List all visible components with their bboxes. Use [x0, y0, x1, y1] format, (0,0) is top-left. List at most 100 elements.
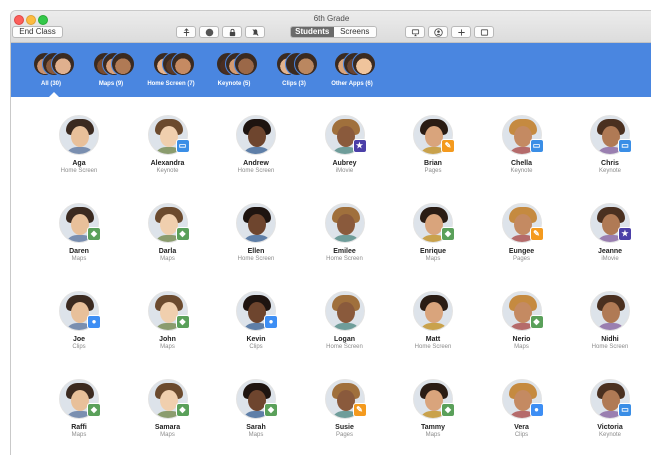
maps-icon: ◆	[87, 403, 101, 417]
maps-icon: ◆	[175, 227, 190, 241]
student-tile[interactable]: Emilee Home Screen	[302, 203, 388, 262]
maps-icon: ◆	[87, 227, 101, 241]
sidebar-icon	[480, 29, 489, 39]
student-current-app: Maps	[71, 432, 87, 438]
avatar	[590, 291, 630, 331]
student-name: Logan	[334, 336, 355, 343]
student-current-app: Clips	[72, 344, 86, 350]
avatar	[413, 291, 453, 331]
student-tile[interactable]: ◆ Raffi Maps	[36, 379, 122, 438]
lock-icon	[228, 28, 237, 39]
student-tile[interactable]: ★ Jeanne iMovie	[567, 203, 651, 262]
student-tile[interactable]: ◆ Samara Maps	[125, 379, 211, 438]
student-current-app: iMovie	[601, 256, 619, 262]
student-tile[interactable]: Logan Home Screen	[302, 291, 388, 350]
student-tile[interactable]: ✎ Eungee Pages	[479, 203, 565, 262]
student-name: Andrew	[243, 160, 269, 167]
student-name: Aubrey	[332, 160, 357, 167]
navigate-icon	[182, 28, 191, 39]
student-name: Nerio	[512, 336, 531, 343]
student-name: Susie	[335, 424, 354, 431]
student-current-app: Clips	[514, 432, 529, 438]
maps-icon: ◆	[264, 403, 278, 417]
selected-group-indicator	[49, 92, 59, 97]
sidebar-toggle-button[interactable]	[474, 26, 494, 38]
student-current-app: Home Screen	[237, 256, 275, 262]
student-tile[interactable]: ● Kevin Clips	[213, 291, 299, 350]
student-tile[interactable]: ◆ John Maps	[125, 291, 211, 350]
student-current-app: Pages	[512, 256, 530, 262]
student-current-app: Keynote	[598, 432, 622, 438]
student-current-app: Keynote	[598, 168, 622, 174]
keynote-icon: ▭	[529, 139, 544, 153]
student-tile[interactable]: ◆ Tammy Maps	[390, 379, 476, 438]
student-name: Tammy	[421, 424, 445, 431]
student-tile[interactable]: ▭ Victoria Keynote	[567, 379, 651, 438]
student-tile[interactable]: ✎ Susie Pages	[302, 379, 388, 438]
navigate-button[interactable]	[176, 26, 196, 38]
avatar	[236, 115, 276, 155]
student-current-app: Home Screen	[326, 256, 363, 262]
student-name: Joe	[72, 336, 86, 343]
safari-compass-icon	[205, 28, 214, 39]
student-current-app: Home Screen	[60, 168, 98, 174]
student-tile[interactable]: ▭ Chris Keynote	[567, 115, 651, 174]
student-tile[interactable]: ✎ Brian Pages	[390, 115, 476, 174]
student-tile[interactable]: ◆ Enrique Maps	[390, 203, 476, 262]
clips-icon: ●	[87, 315, 101, 329]
student-current-app: Keynote	[156, 168, 179, 174]
student-tile[interactable]: ● Vera Clips	[479, 379, 565, 438]
student-current-app: Home Screen	[237, 168, 275, 174]
pages-icon: ✎	[529, 227, 544, 241]
student-tile[interactable]: ◆ Darla Maps	[125, 203, 211, 262]
group-item[interactable]: Other Apps (6)	[312, 52, 392, 87]
tab-screens[interactable]: Screens	[333, 27, 376, 37]
student-current-app: Maps	[514, 344, 529, 350]
student-tile[interactable]: ▭ Alexandra Keynote	[125, 115, 211, 174]
student-name: Chris	[601, 160, 619, 167]
student-name: Darla	[158, 248, 177, 255]
end-class-button[interactable]: End Class	[12, 26, 63, 38]
student-tile[interactable]: ◆ Sarah Maps	[213, 379, 299, 438]
student-tile[interactable]: ◆ Daren Maps	[36, 203, 122, 262]
student-name: Ellen	[247, 248, 265, 255]
student-tile[interactable]: Nidhi Home Screen	[567, 291, 651, 350]
student-name: Kevin	[246, 336, 266, 343]
keynote-icon: ▭	[618, 139, 632, 153]
student-name: Vera	[514, 424, 529, 431]
student-name: Alexandra	[150, 160, 185, 167]
add-button[interactable]	[451, 26, 471, 38]
student-name: Sarah	[246, 424, 266, 431]
student-tile[interactable]: ▭ Chella Keynote	[479, 115, 565, 174]
student-current-app: Maps	[71, 256, 87, 262]
maps-icon: ◆	[441, 403, 455, 417]
student-tile[interactable]: ◆ Nerio Maps	[479, 291, 565, 350]
lock-button[interactable]	[222, 26, 242, 38]
student-current-app: Keynote	[510, 168, 533, 174]
pages-icon: ✎	[441, 139, 455, 153]
student-tile[interactable]: ● Joe Clips	[36, 291, 122, 350]
airplay-button[interactable]	[405, 26, 425, 38]
student-current-app: Home Screen	[414, 344, 452, 350]
student-tile[interactable]: Andrew Home Screen	[213, 115, 299, 174]
mute-button[interactable]	[245, 26, 265, 38]
student-current-app: Maps	[160, 344, 175, 350]
student-tile[interactable]: Matt Home Screen	[390, 291, 476, 350]
student-name: Matt	[425, 336, 441, 343]
student-name: Samara	[154, 424, 181, 431]
app-window: 6th Grade End Class Students Screens All…	[10, 10, 651, 455]
student-tile[interactable]: ★ Aubrey iMovie	[302, 115, 388, 174]
student-name: Victoria	[597, 424, 623, 431]
keynote-icon: ▭	[618, 403, 632, 417]
student-tile[interactable]: Aga Home Screen	[36, 115, 122, 174]
open-safari-button[interactable]	[199, 26, 219, 38]
person-circle-icon	[433, 28, 443, 39]
student-tile[interactable]: Ellen Home Screen	[213, 203, 299, 262]
group-bar: All (30) Maps (9) Home Screen (7) Keynote (…	[11, 43, 651, 97]
avatar	[352, 52, 376, 76]
maps-icon: ◆	[175, 315, 190, 329]
student-name: Daren	[69, 248, 89, 255]
account-button[interactable]	[428, 26, 448, 38]
title-bar: 6th Grade End Class Students Screens	[11, 11, 651, 43]
tab-students[interactable]: Students	[291, 27, 334, 37]
